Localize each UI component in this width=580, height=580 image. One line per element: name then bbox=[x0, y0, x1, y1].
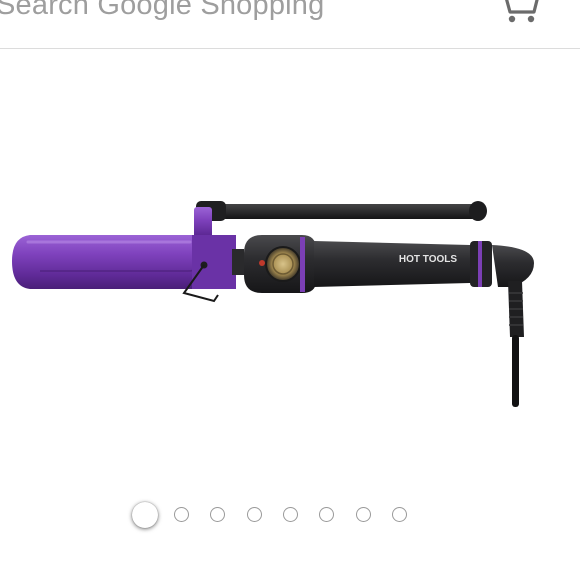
power-cord bbox=[508, 281, 524, 407]
control-housing bbox=[244, 235, 316, 293]
carousel-dot-1[interactable] bbox=[132, 502, 158, 528]
carousel-dot-2[interactable] bbox=[174, 507, 189, 522]
product-image-carousel[interactable]: HOT TOOLS bbox=[0, 49, 580, 489]
clamp-lever bbox=[194, 201, 487, 243]
carousel-dot-3[interactable] bbox=[210, 507, 225, 522]
purple-barrel bbox=[12, 235, 244, 303]
carousel-pagination bbox=[0, 500, 580, 530]
shopping-cart-icon bbox=[505, 0, 539, 23]
curling-iron-product-image: HOT TOOLS bbox=[12, 201, 534, 407]
search-input[interactable]: Search Google Shopping bbox=[0, 0, 324, 22]
carousel-dot-6[interactable] bbox=[319, 507, 334, 522]
carousel-dot-7[interactable] bbox=[356, 507, 371, 522]
shopping-product-page: Search Google Shopping HOT TOOLS bbox=[0, 0, 580, 580]
cart-button[interactable] bbox=[492, 0, 544, 26]
search-bar[interactable]: Search Google Shopping bbox=[0, 0, 580, 49]
handle: HOT TOOLS bbox=[314, 241, 534, 287]
brand-label: HOT TOOLS bbox=[399, 254, 457, 265]
carousel-dot-5[interactable] bbox=[283, 507, 298, 522]
carousel-dot-8[interactable] bbox=[392, 507, 407, 522]
carousel-dot-4[interactable] bbox=[247, 507, 262, 522]
